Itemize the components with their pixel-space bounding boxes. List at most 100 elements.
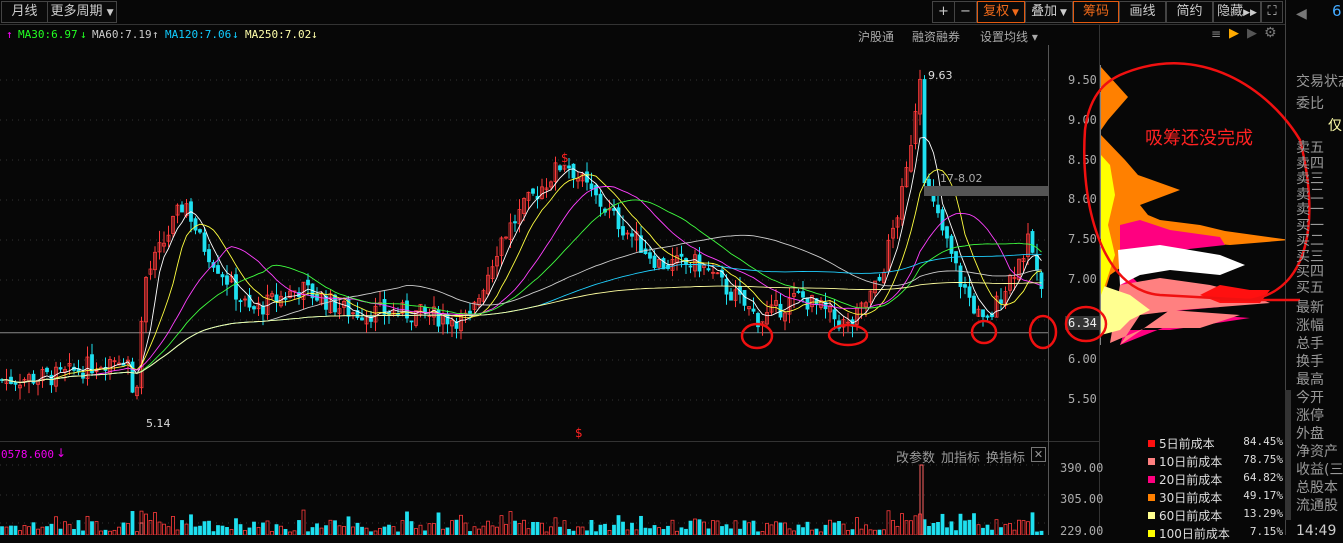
- chips-button[interactable]: 筹码: [1073, 1, 1119, 23]
- volume-bar: [981, 527, 985, 535]
- volume-bar: [481, 525, 486, 535]
- list-icon[interactable]: ≡: [1211, 27, 1221, 41]
- gear-icon[interactable]: ⚙: [1264, 25, 1277, 41]
- volume-bar: [724, 524, 729, 535]
- volume-bar: [162, 523, 166, 535]
- fuquan-dropdown[interactable]: 复权 ▼: [977, 1, 1025, 23]
- legend-pct: 13.29%: [1243, 507, 1283, 520]
- quote-field: 总手: [1296, 336, 1324, 352]
- zoom-in-button[interactable]: +: [932, 1, 955, 23]
- volume-bar: [234, 518, 238, 535]
- ma30-value: MA30:6.97: [18, 28, 78, 41]
- volume-bar: [468, 531, 472, 535]
- collapse-arrow-icon[interactable]: ◀: [1296, 6, 1307, 22]
- legend-label: 5日前成本: [1159, 437, 1215, 451]
- volume-bar: [139, 522, 144, 535]
- volume-bar: [90, 521, 94, 535]
- volume-bar: [936, 522, 940, 535]
- candle-body: [688, 265, 693, 268]
- volume-bar: [85, 515, 90, 535]
- volume-bar: [535, 521, 540, 535]
- more-periods-label: 更多周期: [50, 4, 103, 19]
- volume-bar: [612, 524, 616, 535]
- dollar-marker: $: [575, 426, 583, 440]
- candle-body: [756, 313, 760, 328]
- volume-bar: [382, 526, 387, 535]
- legend-item: 10日前成本 78.75%: [1148, 453, 1283, 471]
- margin-link[interactable]: 融资融券: [912, 28, 960, 45]
- legend-swatch: [1148, 476, 1155, 483]
- candle-body: [985, 315, 990, 318]
- volume-bar: [108, 530, 112, 535]
- edit-params-button[interactable]: 改参数: [896, 447, 935, 466]
- volume-bar: [0, 526, 4, 535]
- expand-icon[interactable]: ⛶: [1261, 1, 1283, 23]
- candle-body: [198, 229, 202, 233]
- volume-bar: [54, 516, 58, 535]
- low-price-label: 5.14: [146, 417, 171, 430]
- volume-bar: [319, 527, 324, 535]
- volume-bar: [796, 524, 801, 535]
- volume-bar: [1012, 529, 1017, 535]
- candle-body: [261, 305, 265, 315]
- quote-field: 收益(三): [1296, 462, 1343, 478]
- ma250-trend-icon: ↓: [311, 28, 318, 41]
- simple-button[interactable]: 简约: [1166, 1, 1213, 23]
- volume-bar: [355, 522, 360, 535]
- dollar-marker: $: [561, 151, 569, 165]
- quote-field: 流通股: [1296, 498, 1338, 514]
- volume-bar: [202, 521, 207, 535]
- volume-bar: [841, 523, 846, 535]
- volume-bar: [216, 525, 220, 535]
- volume-bar: [976, 524, 981, 535]
- volume-bar: [117, 526, 121, 535]
- volume-bar: [360, 526, 364, 535]
- volume-bar: [301, 509, 306, 535]
- candle-body: [193, 218, 198, 231]
- draw-button[interactable]: 画线: [1119, 1, 1166, 23]
- overlay-dropdown[interactable]: 叠加 ▼: [1025, 1, 1073, 23]
- zoom-out-button[interactable]: −: [954, 1, 977, 23]
- candle-body: [409, 320, 414, 323]
- volume-bar: [427, 523, 432, 535]
- close-icon[interactable]: ✕: [1031, 447, 1046, 462]
- trade-status-label: 交易状态: [1296, 74, 1343, 90]
- volume-bar: [144, 513, 148, 535]
- next-icon[interactable]: ▶: [1247, 26, 1257, 41]
- set-ma-dropdown[interactable]: 设置均线 ▾: [980, 28, 1038, 45]
- switch-indicator-button[interactable]: 换指标: [986, 447, 1025, 466]
- volume-bar: [900, 513, 904, 535]
- volume-bar: [571, 530, 576, 535]
- volume-bar: [693, 518, 697, 535]
- hgt-link[interactable]: 沪股通: [858, 28, 894, 45]
- volume-bar: [126, 522, 130, 535]
- candle-body: [958, 265, 963, 287]
- play-icon[interactable]: ▶: [1229, 26, 1239, 41]
- volume-bar: [67, 523, 72, 535]
- volume-bar: [310, 527, 315, 535]
- add-indicator-button[interactable]: 加指标: [941, 447, 980, 466]
- volume-bar: [27, 526, 31, 535]
- volume-bar: [526, 528, 531, 535]
- scrollbar[interactable]: [1285, 390, 1291, 520]
- volume-bar: [558, 526, 562, 535]
- volume-tick: 305.00: [1060, 492, 1104, 506]
- candle-body: [751, 308, 756, 312]
- more-periods-dropdown[interactable]: 更多周期 ▼: [47, 1, 117, 23]
- legend-swatch: [1148, 458, 1155, 465]
- price-tick: 8.50: [1068, 153, 1097, 167]
- price-tick: 9.00: [1068, 113, 1097, 127]
- candle-body: [922, 79, 927, 184]
- volume-bar: [238, 524, 243, 535]
- volume-bar: [261, 522, 265, 535]
- volume-bar: [643, 527, 648, 535]
- ma120-up-icon: ↑: [152, 28, 159, 41]
- volume-bar: [391, 526, 396, 535]
- hide-button[interactable]: 隐藏▶▶: [1213, 1, 1261, 23]
- volume-bar: [684, 528, 688, 535]
- volume-bar: [220, 525, 225, 535]
- monthly-button[interactable]: 月线: [1, 1, 48, 23]
- legend-item: 30日前成本 49.17%: [1148, 489, 1283, 507]
- volume-bar: [279, 525, 283, 535]
- legend-item: 5日前成本 84.45%: [1148, 435, 1283, 453]
